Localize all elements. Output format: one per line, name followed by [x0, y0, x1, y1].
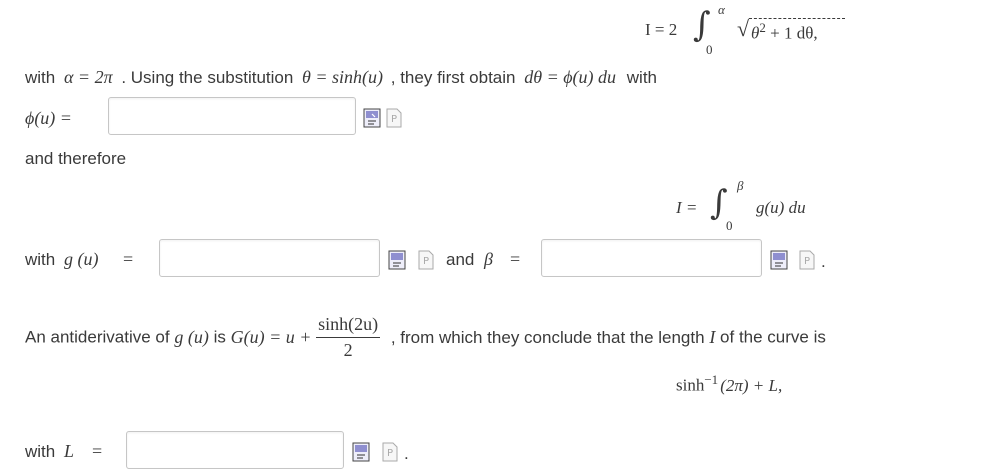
- svg-text:P: P: [391, 114, 397, 125]
- integral-sign: ∫: [693, 5, 711, 45]
- top-formula-lower: 0: [706, 42, 713, 57]
- substitution-formula: θ = sinh(u): [302, 67, 384, 87]
- top-formula-lhs: I = 2: [645, 20, 678, 39]
- L-eq: =: [92, 441, 103, 461]
- g-input[interactable]: [159, 239, 380, 277]
- formula-palette-icon[interactable]: P: [798, 250, 816, 270]
- and-text: and: [446, 250, 475, 269]
- formula-palette-icon[interactable]: P: [381, 442, 399, 462]
- formula-palette-icon[interactable]: P: [417, 250, 435, 270]
- I-var: I: [709, 327, 716, 347]
- second-formula-lower: 0: [726, 218, 733, 233]
- substitution-line: with α = 2π . Using the substitution θ =…: [25, 67, 657, 88]
- result-formula: sinh−1 (2π) + L,: [676, 372, 782, 396]
- is-text: is: [213, 327, 226, 347]
- L-input[interactable]: [126, 431, 344, 469]
- g-row-eq: =: [123, 249, 134, 269]
- equation-preview-icon[interactable]: [388, 250, 406, 270]
- phi-label: ϕ(u) =: [25, 108, 72, 128]
- alpha-eq: α = 2π: [63, 67, 113, 87]
- fraction-denominator: 2: [343, 340, 353, 360]
- dtheta-formula: dθ = ϕ(u) du: [524, 67, 617, 87]
- g-of-u: g (u): [174, 327, 209, 347]
- with-text-2: with: [626, 68, 657, 87]
- top-formula-upper: α: [718, 2, 725, 17]
- equation-preview-icon[interactable]: [770, 250, 788, 270]
- svg-text:P: P: [387, 448, 393, 459]
- integrand-rest: + 1 dθ,: [765, 23, 818, 43]
- second-formula-lhs: I =: [676, 198, 698, 217]
- svg-text:P: P: [804, 256, 810, 267]
- phi-input[interactable]: [108, 97, 356, 135]
- equation-preview-icon[interactable]: [352, 442, 370, 462]
- sinh-fraction: sinh(2u) 2: [316, 314, 381, 361]
- svg-text:P: P: [423, 256, 429, 267]
- top-formula-integrand: θ2 + 1 dθ,: [751, 20, 818, 44]
- result-rest: (2π) + L,: [720, 375, 783, 395]
- g-row-period: .: [821, 252, 826, 271]
- L-row-period: .: [404, 444, 409, 463]
- antiderivative-text: An antiderivative of: [25, 327, 170, 347]
- beta-label: β: [484, 249, 493, 269]
- obtain-text: , they first obtain: [390, 68, 516, 87]
- formula-palette-icon-a[interactable]: P: [385, 108, 403, 128]
- sinh-text: sinh: [676, 375, 705, 395]
- sqrt-bar: [749, 18, 845, 19]
- sqrt-sign: √: [737, 16, 750, 41]
- inverse-exp: −1: [704, 372, 719, 387]
- integral-sign-2: ∫: [710, 183, 728, 223]
- and-therefore-text: and therefore: [25, 149, 127, 168]
- formula-palette-icon-row1[interactable]: [365, 108, 383, 128]
- substitution-text: . Using the substitution: [121, 68, 294, 87]
- with-text: with: [25, 68, 56, 87]
- fraction-numerator: sinh(2u): [316, 314, 381, 338]
- second-formula-upper: β: [737, 178, 744, 193]
- antiderivative-line: An antiderivative of g (u) is G(u) = u +…: [25, 314, 826, 361]
- G-expr: G(u) = u +: [230, 327, 312, 347]
- beta-input[interactable]: [541, 239, 762, 277]
- L-row-with: with: [25, 442, 56, 461]
- g-row-with: with: [25, 250, 56, 269]
- second-formula-integrand: g(u) du: [756, 198, 806, 217]
- conclude-text: , from which they conclude that the leng…: [390, 327, 705, 347]
- beta-eq: =: [510, 249, 521, 269]
- curve-text: of the curve is: [720, 327, 826, 347]
- g-row-label: g (u): [64, 249, 99, 269]
- L-label: L: [64, 441, 75, 461]
